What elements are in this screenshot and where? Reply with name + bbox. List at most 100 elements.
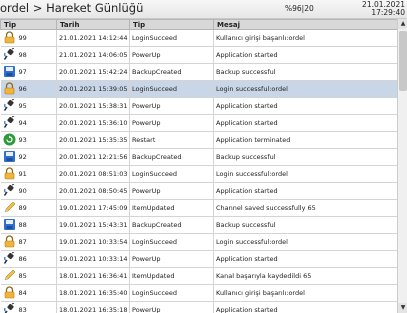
backup-icon (3, 218, 16, 231)
table-row[interactable]: 98 21.01.2021 14:06:05 PowerUp Application … (0, 46, 397, 64)
row-message: Kanal başarıyla kaydedildi 65 (213, 267, 397, 285)
row-date: 19.01.2021 15:43:31 (56, 216, 130, 234)
event-log-table[interactable]: Tip Tarih Tip Mesaj 99 21.01.2021 14:12:4… (0, 19, 397, 313)
row-type: BackupCreated (129, 63, 214, 81)
row-type: ItemUpdated (129, 267, 214, 285)
row-message: Channel saved successfully 65 (213, 199, 397, 217)
row-type: LoginSucceed (129, 233, 214, 251)
row-date: 21.01.2021 14:06:05 (56, 46, 130, 64)
status-percent: %96|20 (285, 4, 314, 13)
row-message: Application started (213, 301, 397, 313)
row-tip-cell: 91 (0, 165, 57, 183)
row-date: 20.01.2021 08:50:45 (56, 182, 130, 200)
row-date: 20.01.2021 15:35:35 (56, 131, 130, 149)
row-tip-cell: 87 (0, 233, 57, 251)
scroll-up-arrow-icon[interactable]: ▲ (398, 19, 407, 29)
row-tip-cell: 90 (0, 182, 57, 200)
row-message: Kullanıcı girişi başarılı:ordel (213, 284, 397, 302)
row-number: 89 (18, 204, 27, 212)
table-header-row: Tip Tarih Tip Mesaj (0, 19, 397, 30)
row-type: PowerUp (129, 182, 214, 200)
table-row[interactable]: 92 20.01.2021 12:21:56 BackupCreated Backup… (0, 148, 397, 166)
table-row[interactable]: 89 19.01.2021 17:45:09 ItemUpdated Channel … (0, 199, 397, 217)
row-message: Application started (213, 46, 397, 64)
row-tip-cell: 89 (0, 199, 57, 217)
row-type: PowerUp (129, 301, 214, 313)
table-row[interactable]: 84 18.01.2021 16:35:40 LoginSucceed Kullanı… (0, 284, 397, 302)
row-number: 83 (18, 306, 27, 313)
header-bar: ordel > Hareket Günlüğü %96|20 21.01.202… (0, 0, 407, 19)
table-row[interactable]: 90 20.01.2021 08:50:45 PowerUp Application … (0, 182, 397, 200)
row-number: 84 (18, 289, 27, 297)
power-plug-icon (3, 47, 16, 61)
scroll-down-arrow-icon[interactable]: ▼ (398, 303, 407, 313)
row-date: 20.01.2021 15:39:05 (56, 80, 130, 98)
column-header-tip2[interactable]: Tip (129, 19, 214, 30)
row-number: 99 (18, 34, 27, 42)
scroll-thumb[interactable] (399, 31, 407, 91)
lock-icon (3, 286, 16, 299)
row-tip-cell: 84 (0, 284, 57, 302)
power-plug-icon (3, 98, 16, 112)
table-row[interactable]: 93 20.01.2021 15:35:35 Restart Application … (0, 131, 397, 149)
table-row[interactable]: 85 18.01.2021 16:36:41 ItemUpdated Kanal ba… (0, 267, 397, 285)
row-number: 97 (18, 68, 27, 76)
lock-icon (3, 235, 16, 248)
row-date: 18.01.2021 16:35:18 (56, 301, 130, 313)
column-header-tip[interactable]: Tip (0, 19, 57, 30)
row-number: 87 (18, 238, 27, 246)
table-row[interactable]: 91 20.01.2021 08:51:03 LoginSucceed Login s… (0, 165, 397, 183)
row-message: Application started (213, 97, 397, 115)
row-date: 20.01.2021 15:38:31 (56, 97, 130, 115)
column-header-mesaj[interactable]: Mesaj (213, 19, 397, 30)
row-tip-cell: 94 (0, 114, 57, 132)
row-number: 91 (18, 170, 27, 178)
table-row[interactable]: 97 20.01.2021 15:42:24 BackupCreated Backup… (0, 63, 397, 81)
row-number: 95 (18, 102, 27, 110)
current-time: 17:29:40 (371, 8, 405, 17)
lock-icon (3, 167, 16, 180)
column-header-tarih[interactable]: Tarih (56, 19, 130, 30)
row-type: LoginSucceed (129, 284, 214, 302)
row-number: 92 (18, 153, 27, 161)
datetime-display: 21.01.2021 17:29:40 (362, 1, 405, 17)
row-number: 98 (18, 51, 27, 59)
row-number: 96 (18, 85, 27, 93)
table-row[interactable]: 99 21.01.2021 14:12:44 LoginSucceed Kullanı… (0, 29, 397, 47)
row-tip-cell: 93 (0, 131, 57, 149)
row-type: PowerUp (129, 250, 214, 268)
table-row[interactable]: 83 18.01.2021 16:35:18 PowerUp Application … (0, 301, 397, 313)
lock-icon (3, 31, 16, 44)
row-message: Login successful:ordel (213, 233, 397, 251)
backup-icon (3, 65, 16, 78)
power-plug-icon (3, 183, 16, 197)
row-message: Backup successful (213, 63, 397, 81)
table-row[interactable]: 87 19.01.2021 10:33:54 LoginSucceed Login s… (0, 233, 397, 251)
row-date: 18.01.2021 16:35:40 (56, 284, 130, 302)
row-message: Kullanıcı girişi başarılı:ordel (213, 29, 397, 47)
row-tip-cell: 99 (0, 29, 57, 47)
row-date: 20.01.2021 15:36:10 (56, 114, 130, 132)
row-tip-cell: 96 (0, 80, 57, 98)
row-type: LoginSucceed (129, 29, 214, 47)
row-tip-cell: 95 (0, 97, 57, 115)
vertical-scrollbar[interactable]: ▲ ▼ (397, 19, 407, 313)
row-date: 21.01.2021 14:12:44 (56, 29, 130, 47)
row-date: 19.01.2021 10:33:14 (56, 250, 130, 268)
row-date: 18.01.2021 16:36:41 (56, 267, 130, 285)
row-message: Application started (213, 250, 397, 268)
row-number: 94 (18, 119, 27, 127)
pencil-icon (3, 201, 16, 214)
table-row[interactable]: 94 20.01.2021 15:36:10 PowerUp Application … (0, 114, 397, 132)
row-tip-cell: 86 (0, 250, 57, 268)
table-row[interactable]: 95 20.01.2021 15:38:31 PowerUp Application … (0, 97, 397, 115)
row-type: PowerUp (129, 46, 214, 64)
row-type: ItemUpdated (129, 199, 214, 217)
table-row[interactable]: 86 19.01.2021 10:33:14 PowerUp Application … (0, 250, 397, 268)
restart-icon (3, 133, 16, 146)
power-plug-icon (3, 115, 16, 129)
row-tip-cell: 88 (0, 216, 57, 234)
row-tip-cell: 92 (0, 148, 57, 166)
table-row[interactable]: 96 20.01.2021 15:39:05 LoginSucceed Login s… (0, 80, 397, 98)
table-row[interactable]: 88 19.01.2021 15:43:31 BackupCreated Backup… (0, 216, 397, 234)
